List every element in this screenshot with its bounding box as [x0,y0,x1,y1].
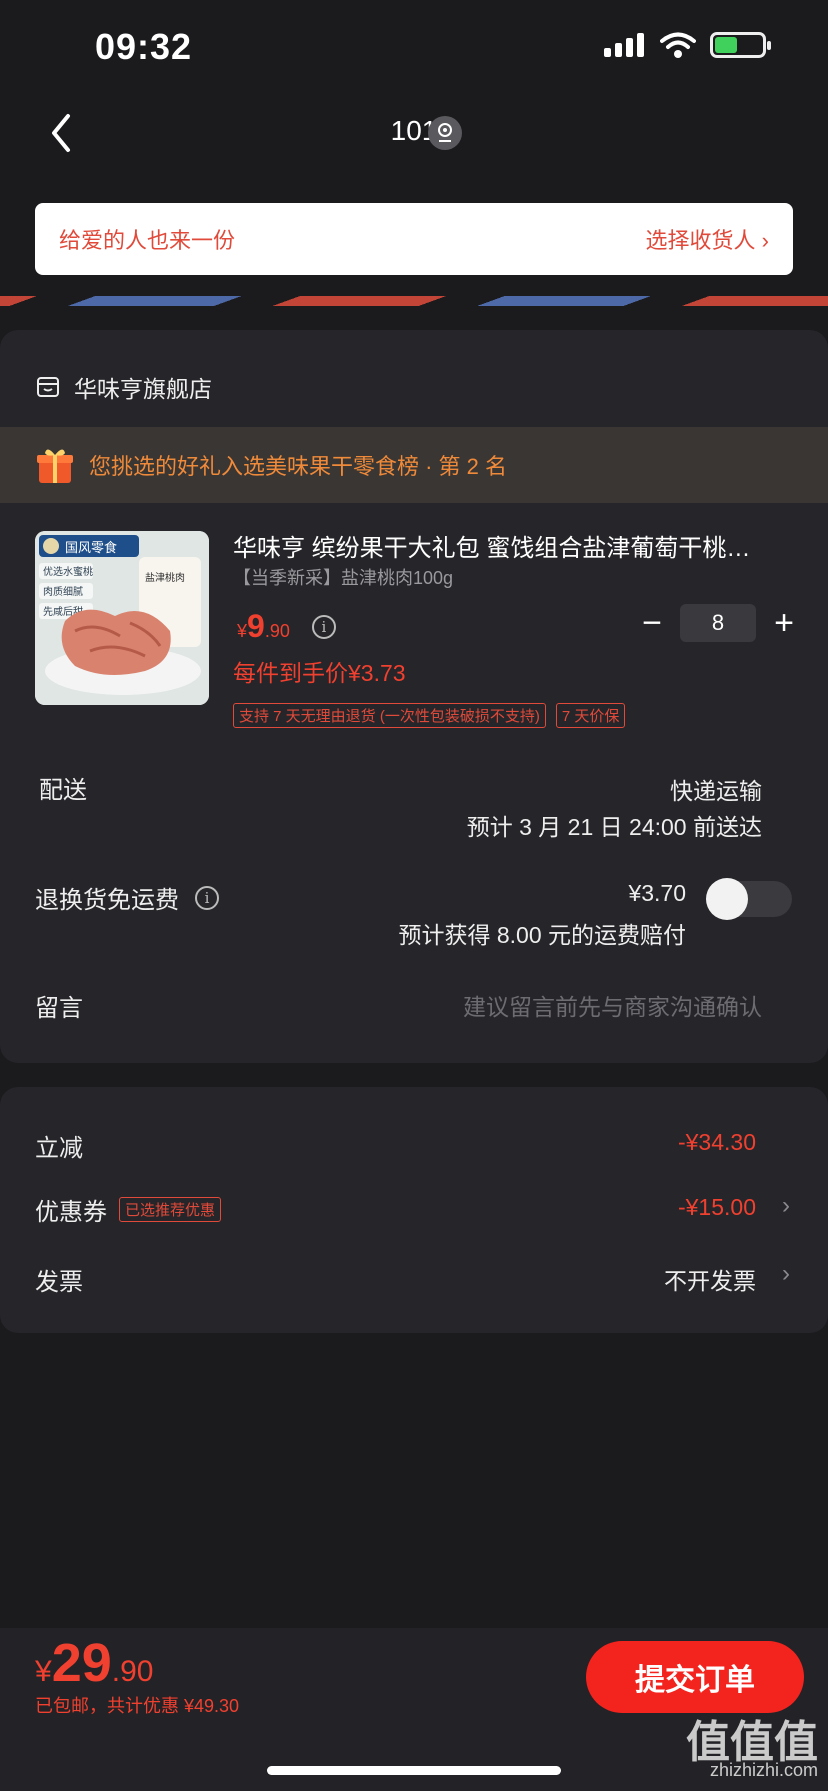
delivery-eta: 预计 3 月 21 日 24:00 前送达 [466,814,762,840]
airmail-stripe [0,296,828,306]
quantity-stepper: − 8 + [638,604,798,642]
watermark-url: zhizhizhi.com [709,1760,818,1780]
gift-banner-text: 给爱的人也来一份 [59,228,236,253]
return-insurance-note: 预计获得 8.00 元的运费赔付 [398,922,686,948]
signal-icon [604,33,644,57]
coupon-chevron-icon[interactable]: › [782,1192,790,1220]
coupon-value[interactable]: -¥15.00 [678,1194,756,1221]
total-integer: 29 [51,1633,112,1693]
total-decimal: .90 [111,1655,154,1688]
home-indicator[interactable] [267,1766,561,1775]
product-image-pack-label: 盐津桃肉 [145,571,185,584]
invoice-chevron-icon[interactable]: › [782,1260,790,1288]
product-image-label-1: 优选水蜜桃 [43,565,93,578]
coupon-row[interactable]: 优惠券 已选推荐优惠 [35,1192,222,1227]
coupon-tag: 已选推荐优惠 [119,1197,222,1222]
price-currency: ¥ [237,621,248,641]
total-price: ¥ 29 .90 [35,1632,153,1694]
invoice-value[interactable]: 不开发票 [664,1262,756,1296]
return-insurance-price: ¥3.70 [628,880,686,906]
decrease-button[interactable]: − [638,606,666,640]
product-image-label-2: 肉质细腻 [43,585,83,598]
delivery-label: 配送 [39,777,87,804]
price-integer: 9 [247,608,265,644]
return-insurance-toggle[interactable] [706,878,792,920]
coupon-label: 优惠券 [35,1199,107,1226]
product-image-brand: 国风零食 [65,540,117,555]
price-info-icon[interactable]: i [311,614,336,639]
price-decimal: .90 [264,621,290,641]
shop-icon [37,377,59,397]
location-badge-icon[interactable] [428,116,462,150]
product-title[interactable]: 华味亨 缤纷果干大礼包 蜜饯组合盐津葡萄干桃… [233,528,793,563]
product-price: ¥ 9 .90 i [237,608,336,645]
instant-discount-value: -¥34.30 [677,1129,756,1155]
return-insurance-label: 退换货免运费 [35,887,179,914]
status-icons [604,32,771,58]
battery-icon [710,32,771,58]
quantity-input[interactable]: 8 [680,604,756,642]
submit-order-button[interactable]: 提交订单 [586,1641,804,1713]
return-insurance-info-icon[interactable]: i [195,885,219,910]
instant-discount-label: 立减 [35,1135,83,1162]
unit-price: 每件到手价¥3.73 [233,660,406,686]
message-label: 留言 [35,995,83,1022]
return-tag: 支持 7 天无理由退货 (一次性包装破损不支持) [233,703,546,728]
ranking-banner[interactable]: 您挑选的好礼入选美味果干零食榜 · 第 2 名 [0,427,828,503]
gift-banner[interactable]: 给爱的人也来一份 选择收货人 › [35,203,793,275]
product-spec[interactable]: 【当季新采】盐津桃肉100g [233,564,453,590]
delivery-method[interactable]: 快递运输 [670,772,762,806]
product-image[interactable]: 国风零食 优选水蜜桃 肉质细腻 先咸后甜 盐津桃肉 [35,531,209,705]
page-title: 101 [390,115,438,146]
select-recipient-link[interactable]: 选择收货人 › [646,223,769,255]
status-time: 09:32 [95,26,193,67]
service-tags: 支持 7 天无理由退货 (一次性包装破损不支持) 7 天价保 [233,703,626,728]
return-insurance-row: 退换货免运费 i [35,880,219,915]
shop-name: 华味亨旗舰店 [74,376,212,402]
total-savings: 已包邮，共计优惠 ¥49.30 [35,1696,240,1716]
ranking-text: 您挑选的好礼入选美味果干零食榜 · 第 2 名 [89,454,508,479]
wifi-icon [660,32,696,58]
message-input[interactable]: 建议留言前先与商家沟通确认 [463,988,762,1022]
price-protect-tag: 7 天价保 [555,703,626,728]
increase-button[interactable]: + [770,606,798,640]
shop-row[interactable]: 华味亨旗舰店 [36,370,212,404]
invoice-label: 发票 [35,1269,83,1296]
total-currency: ¥ [35,1655,52,1688]
gift-box-icon [37,449,73,483]
